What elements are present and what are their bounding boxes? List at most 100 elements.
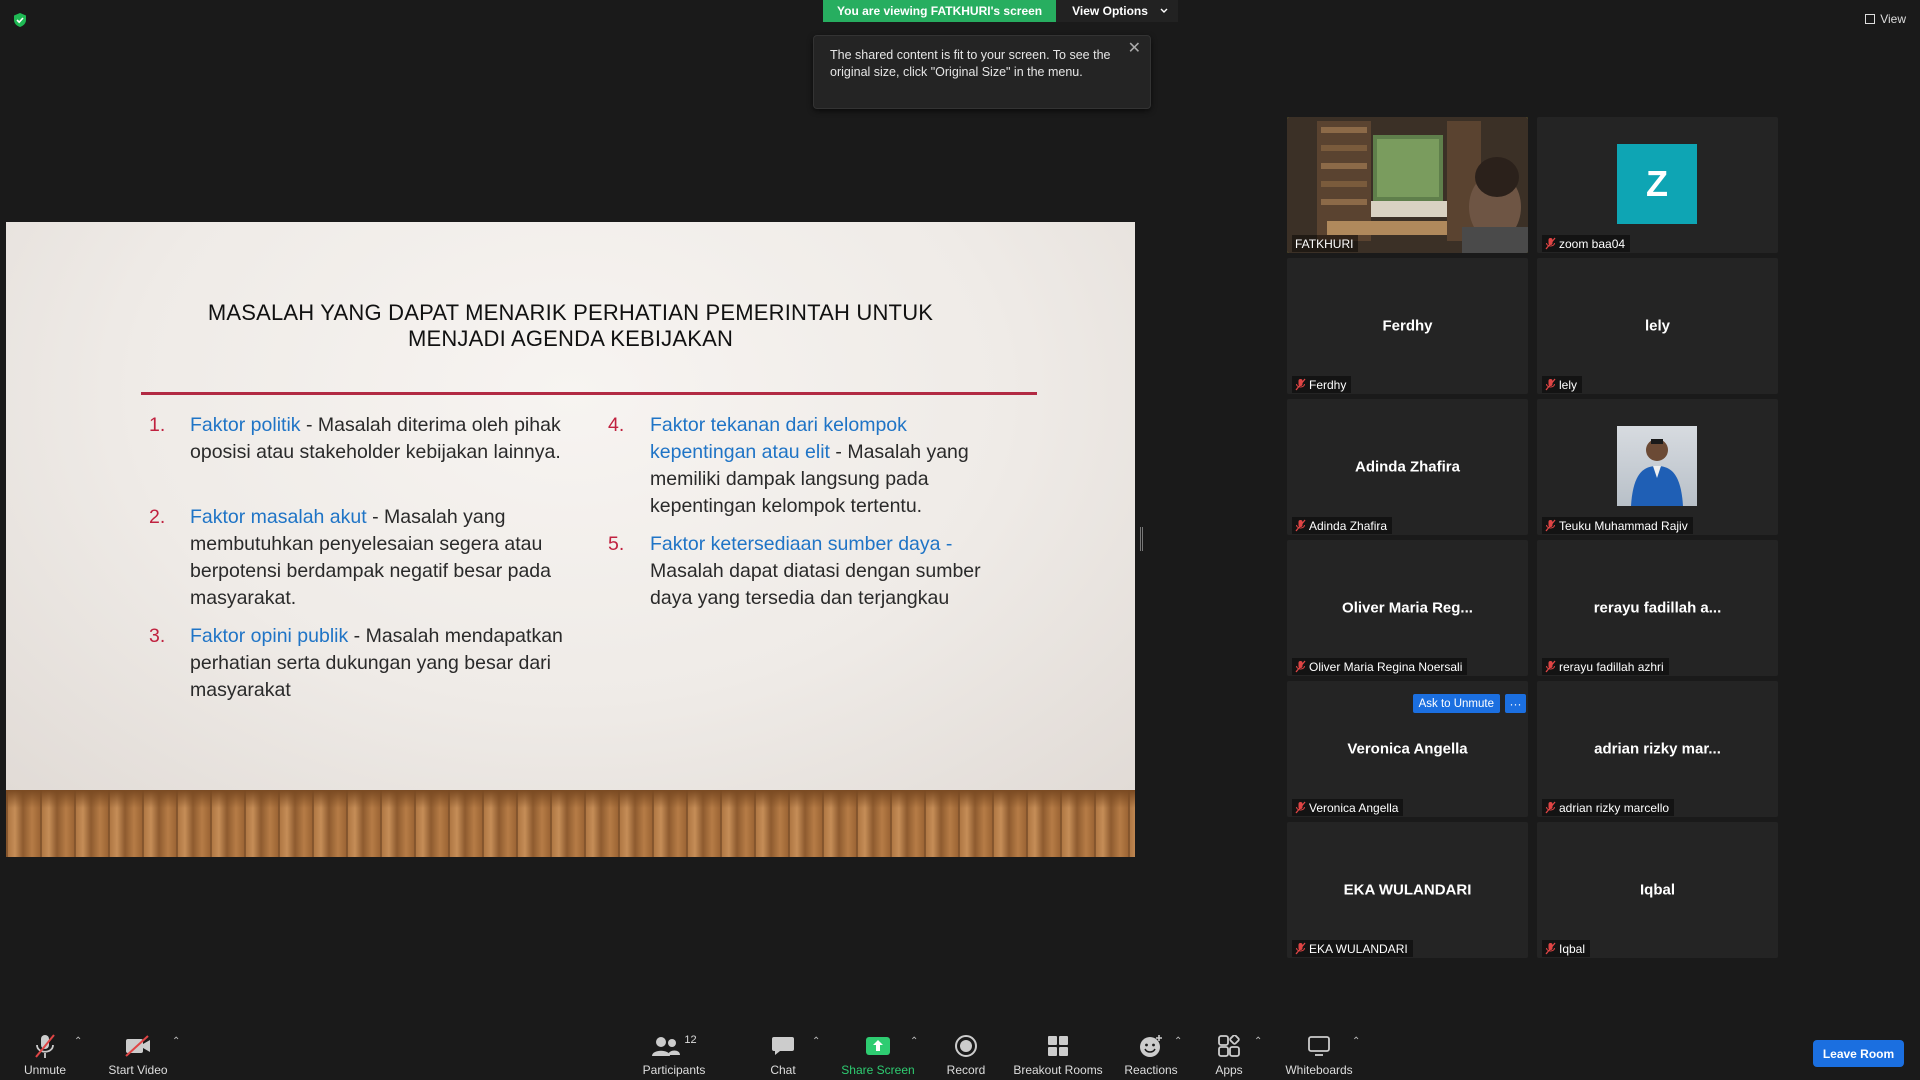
participant-tile[interactable]: Z zoom baa04 xyxy=(1537,117,1778,253)
chat-icon xyxy=(772,1037,794,1055)
grid-view-icon xyxy=(1865,14,1876,24)
video-off-icon xyxy=(125,1035,150,1057)
item-number: 3. xyxy=(149,625,166,647)
mic-muted-icon xyxy=(1545,519,1556,532)
participant-name-tag: rerayu fadillah azhri xyxy=(1542,658,1669,675)
participant-tile[interactable]: Teuku Muhammad Rajiv xyxy=(1537,399,1778,535)
record-label: Record xyxy=(946,1063,986,1077)
chevron-up-icon[interactable]: ⌃ xyxy=(74,1036,83,1047)
start-video-label: Start Video xyxy=(108,1063,168,1077)
item-number: 5. xyxy=(608,533,625,555)
tooltip-text: The shared content is fit to your screen… xyxy=(830,48,1111,79)
mic-muted-icon xyxy=(1545,801,1556,814)
participant-name: rerayu fadillah azhri xyxy=(1559,659,1664,674)
shared-screen-slide: MASALAH YANG DAPAT MENARIK PERHATIAN PEM… xyxy=(6,222,1135,857)
slide-item: Faktor tekanan dari kelompok kepentingan… xyxy=(650,414,969,517)
close-icon[interactable]: ✕ xyxy=(1128,40,1141,57)
chevron-up-icon[interactable]: ⌃ xyxy=(1352,1036,1361,1047)
panel-resize-handle[interactable] xyxy=(1140,527,1143,551)
unmute-button[interactable]: Unmute xyxy=(16,1032,74,1077)
participant-name-tag: Oliver Maria Regina Noersali xyxy=(1292,658,1468,675)
breakout-rooms-icon xyxy=(1048,1036,1068,1056)
apps-button[interactable]: Apps xyxy=(1208,1032,1250,1077)
screen-share-banner: You are viewing FATKHURI's screen View O… xyxy=(823,0,1178,22)
unmute-label: Unmute xyxy=(23,1063,67,1077)
chat-button[interactable]: Chat xyxy=(758,1032,808,1077)
slide-divider xyxy=(141,392,1037,395)
participants-count: 12 xyxy=(684,1034,697,1046)
mic-muted-icon xyxy=(1295,519,1306,532)
slide-item: Faktor opini publik - Masalah mendapatka… xyxy=(190,625,563,701)
participant-name-tag: lely xyxy=(1542,376,1583,393)
participant-tile[interactable]: Ferdhy Ferdhy xyxy=(1287,258,1528,394)
avatar xyxy=(1617,426,1697,506)
participant-name: zoom baa04 xyxy=(1559,236,1626,251)
participant-tile[interactable]: Oliver Maria Reg... Oliver Maria Regina … xyxy=(1287,540,1528,676)
participant-tile[interactable]: Iqbal Iqbal xyxy=(1537,822,1778,958)
participant-tile[interactable]: rerayu fadillah a... rerayu fadillah azh… xyxy=(1537,540,1778,676)
record-button[interactable]: Record xyxy=(938,1032,994,1077)
share-screen-label: Share Screen xyxy=(841,1063,915,1077)
participant-display-name: lely xyxy=(1644,317,1671,335)
record-icon xyxy=(955,1035,977,1057)
chevron-up-icon[interactable]: ⌃ xyxy=(172,1036,181,1047)
ask-to-unmute-button[interactable]: Ask to Unmute xyxy=(1412,694,1500,713)
meeting-toolbar: Unmute ⌃ Start Video ⌃ 12 Participants C… xyxy=(0,1010,1920,1080)
view-options-label: View Options xyxy=(1072,4,1148,18)
participant-tile[interactable]: Ask to Unmute ··· Veronica Angella Veron… xyxy=(1287,681,1528,817)
participant-display-name: Iqbal xyxy=(1639,881,1675,899)
mic-muted-icon xyxy=(1295,942,1306,955)
participant-tile[interactable]: lely lely xyxy=(1537,258,1778,394)
more-options-button[interactable]: ··· xyxy=(1505,694,1526,713)
mic-muted-icon xyxy=(1295,801,1306,814)
view-label: View xyxy=(1880,12,1906,26)
participants-button[interactable]: 12 Participants xyxy=(638,1032,710,1077)
participant-name: Adinda Zhafira xyxy=(1309,518,1388,533)
reactions-label: Reactions xyxy=(1124,1063,1178,1077)
participant-tile[interactable]: EKA WULANDARI EKA WULANDARI xyxy=(1287,822,1528,958)
start-video-button[interactable]: Start Video xyxy=(104,1032,172,1077)
participant-name-tag: Adinda Zhafira xyxy=(1292,517,1393,534)
participant-display-name: Adinda Zhafira xyxy=(1354,458,1460,476)
participant-name: adrian rizky marcello xyxy=(1559,800,1670,815)
item-heading: Faktor politik xyxy=(190,414,301,436)
chevron-up-icon[interactable]: ⌃ xyxy=(812,1036,821,1047)
avatar: Z xyxy=(1617,144,1697,224)
whiteboards-button[interactable]: Whiteboards xyxy=(1282,1032,1356,1077)
participant-name-tag: Teuku Muhammad Rajiv xyxy=(1542,517,1693,534)
share-screen-button[interactable]: Share Screen xyxy=(838,1032,918,1077)
participant-display-name: Veronica Angella xyxy=(1347,740,1468,758)
chevron-up-icon[interactable]: ⌃ xyxy=(910,1036,919,1047)
participant-tile[interactable]: adrian rizky mar... adrian rizky marcell… xyxy=(1537,681,1778,817)
participant-display-name: Ferdhy xyxy=(1382,317,1433,335)
view-options-button[interactable]: View Options xyxy=(1056,0,1178,22)
participant-name-tag: EKA WULANDARI xyxy=(1292,940,1413,957)
participant-name-tag: FATKHURI xyxy=(1292,235,1359,252)
participant-video xyxy=(1287,117,1528,253)
participant-name: Oliver Maria Regina Noersali xyxy=(1309,659,1463,674)
participant-display-name: adrian rizky mar... xyxy=(1594,740,1721,758)
mic-muted-icon xyxy=(1545,942,1556,955)
mic-muted-icon xyxy=(1545,660,1556,673)
chevron-up-icon[interactable]: ⌃ xyxy=(1254,1036,1263,1047)
mic-muted-icon xyxy=(35,1034,55,1058)
breakout-rooms-label: Breakout Rooms xyxy=(1013,1063,1103,1077)
participant-name: Iqbal xyxy=(1559,941,1586,956)
participant-name: Teuku Muhammad Rajiv xyxy=(1559,518,1688,533)
item-number: 4. xyxy=(608,414,625,436)
apps-icon xyxy=(1218,1035,1240,1057)
mic-muted-icon xyxy=(1545,237,1556,250)
item-heading: Faktor ketersediaan sumber daya - xyxy=(650,533,953,555)
breakout-rooms-button[interactable]: Breakout Rooms xyxy=(1012,1032,1104,1077)
participant-name: EKA WULANDARI xyxy=(1309,941,1408,956)
shield-check-icon[interactable] xyxy=(12,12,28,28)
item-number: 2. xyxy=(149,506,166,528)
slide-title: MASALAH YANG DAPAT MENARIK PERHATIAN PEM… xyxy=(207,300,934,351)
participant-display-name: Oliver Maria Reg... xyxy=(1342,599,1473,617)
participant-tile[interactable]: FATKHURI xyxy=(1287,117,1528,253)
chevron-up-icon[interactable]: ⌃ xyxy=(1174,1036,1183,1047)
view-button[interactable]: View xyxy=(1865,12,1906,26)
leave-room-button[interactable]: Leave Room xyxy=(1813,1040,1904,1067)
reactions-button[interactable]: Reactions xyxy=(1122,1032,1180,1077)
participant-tile[interactable]: Adinda Zhafira Adinda Zhafira xyxy=(1287,399,1528,535)
